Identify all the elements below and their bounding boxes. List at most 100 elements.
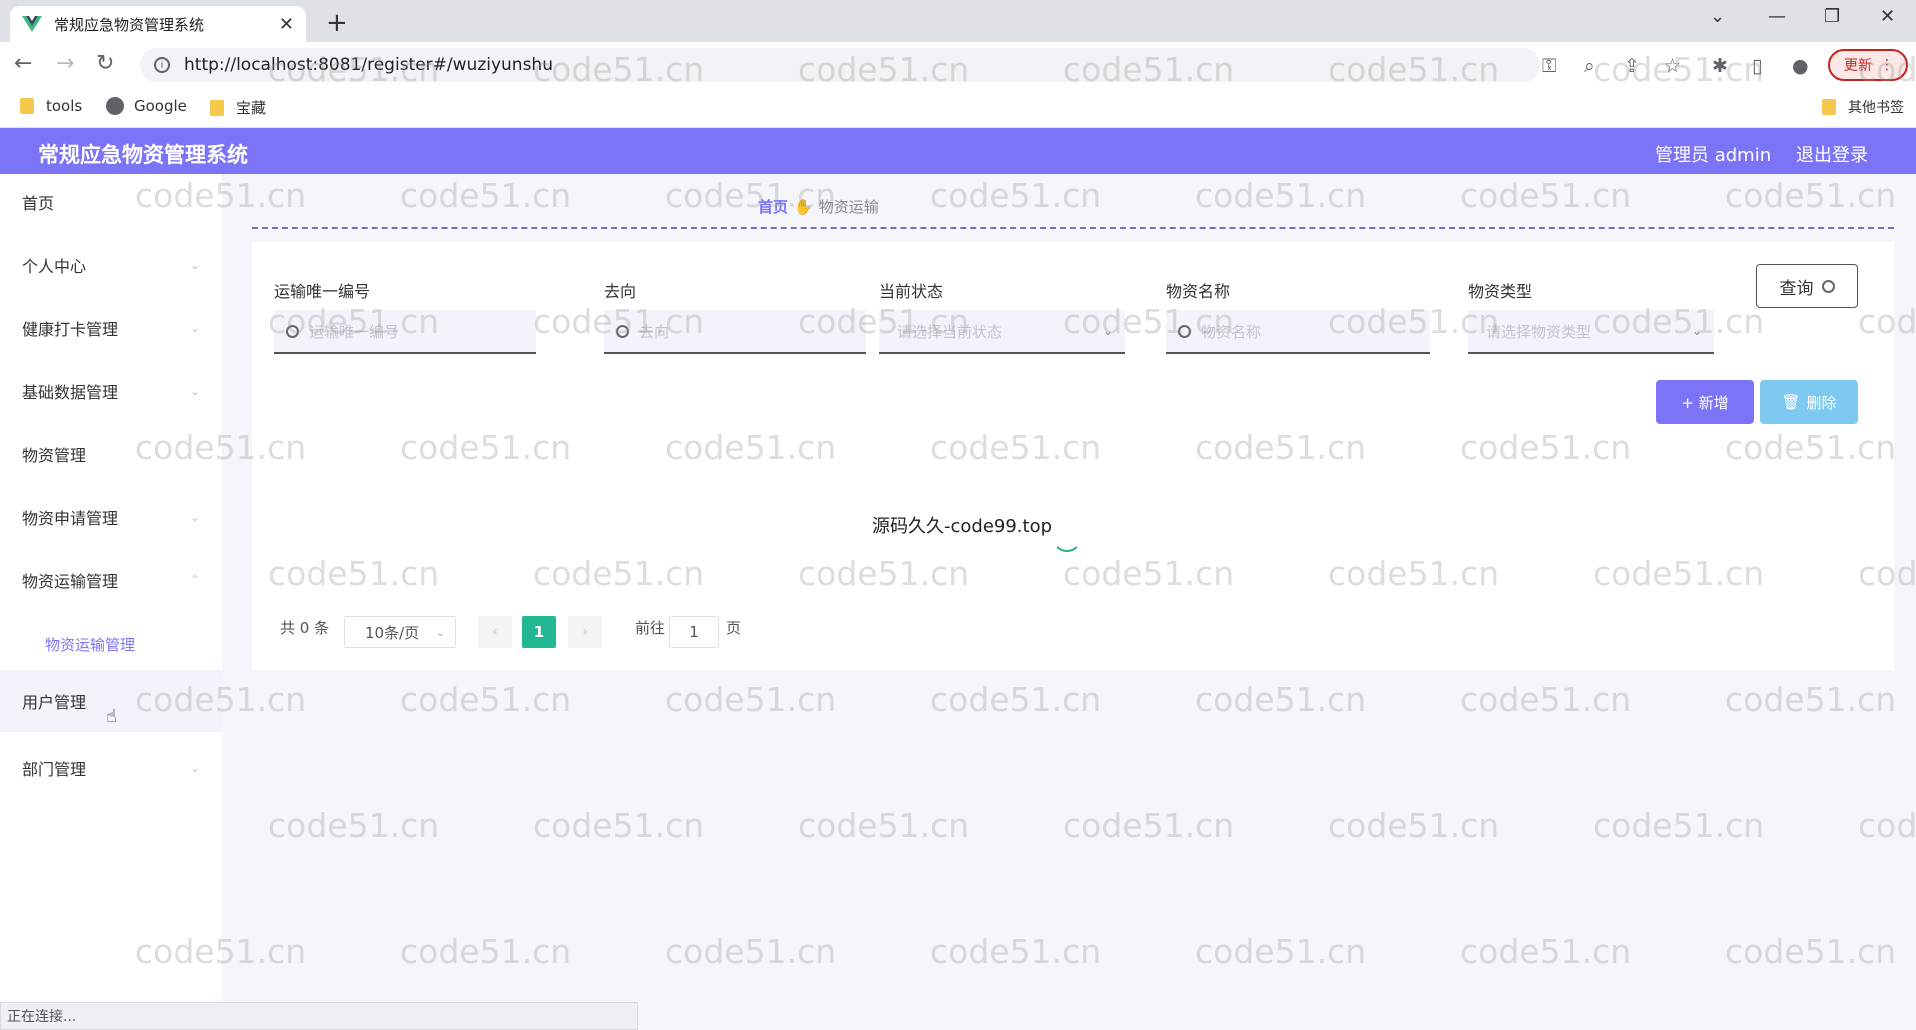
chevron-down-icon: ⌄ — [1102, 324, 1113, 338]
watermark-text: code51.cn — [1195, 176, 1367, 215]
new-tab-button[interactable]: + — [326, 8, 348, 38]
sidebar-item-transport[interactable]: 物资运输管理 ⌃ — [0, 552, 222, 608]
vue-logo-icon — [22, 16, 42, 32]
sidebar-item-label: 个人中心 — [22, 257, 87, 276]
chevron-left-icon: ‹ — [492, 624, 498, 640]
watermark-text: code51.cn — [268, 806, 440, 845]
breadcrumb: 首页 ✋ 物资运输 — [758, 196, 879, 217]
field-label-destination: 去向 — [604, 282, 637, 301]
sidebar-item-materials[interactable]: 物资管理 — [0, 426, 222, 482]
submenu-transport-management[interactable]: 物资运输管理 — [45, 634, 135, 655]
chevron-down-icon: ⌄ — [435, 625, 445, 639]
watermark-text: code51.cn — [930, 680, 1102, 719]
other-bookmarks[interactable]: 其他书签 — [1822, 97, 1904, 117]
watermark-text: code51.cn — [1725, 932, 1897, 971]
watermark-text: code51.cn — [665, 932, 837, 971]
material-name-input[interactable]: 物资名称 — [1166, 310, 1430, 354]
forward-icon[interactable]: → — [56, 51, 74, 76]
sidebar-item-label: 物资申请管理 — [22, 509, 119, 528]
zoom-icon[interactable]: ⌕ — [1584, 55, 1595, 77]
watermark-text: code51.cn — [1195, 680, 1367, 719]
prev-page-button[interactable]: ‹ — [478, 616, 512, 648]
back-icon[interactable]: ← — [14, 51, 32, 76]
sidebar-item-label: 物资运输管理 — [22, 572, 119, 591]
folder-icon — [20, 98, 34, 114]
delete-button[interactable]: 🗑 删除 — [1760, 380, 1858, 424]
extensions-icon[interactable]: ✱ — [1712, 55, 1728, 77]
sidebar-item-departments[interactable]: 部门管理 ⌄ — [0, 740, 222, 796]
minimize-icon[interactable]: — — [1768, 6, 1786, 27]
other-bookmarks-label: 其他书签 — [1848, 100, 1904, 116]
profile-icon[interactable]: ● — [1792, 55, 1809, 77]
page-size-select[interactable]: 10条/页 ⌄ — [344, 616, 456, 648]
chevron-down-icon: ⌄ — [189, 258, 200, 272]
bookmark-tools[interactable]: tools — [20, 97, 82, 115]
bookmark-baozang[interactable]: 宝藏 — [210, 97, 266, 118]
key-icon[interactable]: ⚿ — [1542, 55, 1556, 77]
sidebar-item-label: 用户管理 — [22, 693, 87, 712]
delete-label: 删除 — [1806, 393, 1837, 412]
add-button[interactable]: + 新增 — [1656, 380, 1754, 424]
placeholder: 去向 — [639, 322, 670, 341]
trash-icon: 🗑 — [1781, 393, 1801, 411]
next-page-button[interactable]: › — [568, 616, 602, 648]
goto-page-input[interactable]: 1 — [669, 616, 719, 648]
browser-tab-bar: 常规应急物资管理系统 ✕ + ⌄ — ❐ ✕ — [0, 0, 1916, 42]
url-text: http://localhost:8081/register#/wuziyuns… — [184, 55, 553, 75]
site-info-icon[interactable]: i — [154, 57, 170, 73]
watermark-text: code51.cn — [1063, 806, 1235, 845]
breadcrumb-home[interactable]: 首页 — [758, 196, 788, 217]
watermark-text: code51.cn — [798, 806, 970, 845]
material-type-select[interactable]: 请选择物资类型 ⌄ — [1468, 310, 1714, 354]
address-bar[interactable]: i http://localhost:8081/register#/wuziyu… — [140, 48, 1540, 82]
menu-dots-icon: ⋮ — [1880, 57, 1894, 73]
app-header: 常规应急物资管理系统 管理员 admin 退出登录 — [0, 128, 1916, 174]
search-icon — [286, 324, 299, 338]
watermark-text: code51.cn — [1460, 680, 1632, 719]
update-button[interactable]: 更新 ⋮ — [1828, 49, 1908, 81]
page-number-label: 1 — [533, 623, 545, 641]
globe-icon — [106, 97, 124, 115]
address-toolbar: ← → ↻ i http://localhost:8081/register#/… — [0, 42, 1916, 88]
browser-status-bubble: 正在连接... — [0, 1002, 638, 1030]
transport-id-input[interactable]: 运输唯一编号 — [274, 310, 536, 354]
folder-icon — [210, 99, 224, 116]
page-unit-label: 页 — [726, 619, 742, 637]
sidebar-item-material-requests[interactable]: 物资申请管理 ⌄ — [0, 489, 222, 545]
sidebar-item-base-data[interactable]: 基础数据管理 ⌄ — [0, 363, 222, 419]
main-card: 运输唯一编号 运输唯一编号 去向 去向 当前状态 请选择当前状态 ⌄ 物资名称 … — [252, 242, 1894, 670]
watermark-text: code51.cn — [930, 176, 1102, 215]
chevron-down-icon: ⌄ — [189, 510, 200, 524]
sidebar-item-home[interactable]: 首页 — [0, 174, 222, 230]
tab-search-icon[interactable]: ⌄ — [1710, 6, 1725, 27]
search-icon — [1821, 279, 1835, 293]
watermark-text: code51.cn — [1195, 932, 1367, 971]
side-panel-icon[interactable]: ▯ — [1752, 55, 1762, 77]
watermark-text: code51.cn — [1460, 932, 1632, 971]
reload-icon[interactable]: ↻ — [96, 51, 114, 76]
restore-icon[interactable]: ❐ — [1824, 6, 1840, 27]
watermark-text: code51.cn — [400, 680, 572, 719]
logout-link[interactable]: 退出登录 — [1796, 141, 1868, 167]
page-number-current[interactable]: 1 — [522, 616, 556, 648]
watermark-text: code51.cn — [1460, 176, 1632, 215]
bookmark-google[interactable]: Google — [106, 97, 187, 115]
page-size-label: 10条/页 — [365, 623, 420, 642]
browser-tab[interactable]: 常规应急物资管理系统 ✕ — [10, 6, 306, 42]
status-select[interactable]: 请选择当前状态 ⌄ — [879, 310, 1125, 354]
breadcrumb-divider — [252, 227, 1894, 229]
sidebar-item-label: 部门管理 — [22, 760, 87, 779]
breadcrumb-current: 物资运输 — [818, 198, 879, 216]
bookmark-label: tools — [46, 97, 83, 115]
watermark-text: code51.cn — [533, 806, 705, 845]
star-icon[interactable]: ☆ — [1664, 55, 1681, 77]
sidebar-item-health-checkin[interactable]: 健康打卡管理 ⌄ — [0, 300, 222, 356]
query-button[interactable]: 查询 — [1756, 264, 1858, 308]
chevron-down-icon: ⌄ — [189, 384, 200, 398]
share-icon[interactable]: ⇪ — [1624, 55, 1640, 77]
sidebar-item-personal-center[interactable]: 个人中心 ⌄ — [0, 237, 222, 293]
window-close-icon[interactable]: ✕ — [1880, 6, 1895, 27]
destination-input[interactable]: 去向 — [604, 310, 866, 354]
tab-close-icon[interactable]: ✕ — [279, 14, 294, 35]
goto-label: 前往 — [635, 619, 666, 637]
